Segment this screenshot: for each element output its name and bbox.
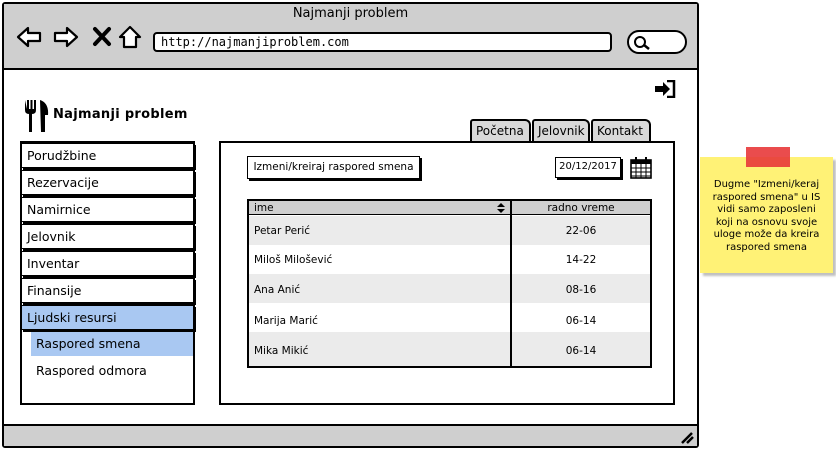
fork-knife-icon bbox=[25, 100, 49, 132]
cell-shift: 22-06 bbox=[565, 225, 597, 237]
sidebar-item-finansije[interactable]: Finansije bbox=[21, 278, 194, 303]
browser-status-bar bbox=[4, 424, 697, 446]
back-arrow-icon[interactable] bbox=[16, 24, 42, 50]
sidebar-item-jelovnik[interactable]: Jelovnik bbox=[21, 224, 194, 249]
sidebar-item-namirnice[interactable]: Namirnice bbox=[21, 197, 194, 222]
cell-name: Mika Mikić bbox=[254, 345, 309, 357]
browser-search-box[interactable] bbox=[627, 30, 687, 54]
sidebar-item-inventar[interactable]: Inventar bbox=[21, 251, 194, 276]
cell-name: Marija Marić bbox=[254, 315, 318, 327]
url-bar[interactable]: http://najmanjiproblem.com bbox=[153, 32, 612, 52]
search-icon bbox=[634, 36, 650, 50]
window-title: Najmanji problem bbox=[292, 6, 409, 21]
sidebar-item-porudzbine[interactable]: Porudžbine bbox=[21, 143, 194, 168]
sidebar-item-ljudski-resursi[interactable]: Ljudski resursi bbox=[21, 305, 194, 330]
sidebar-subitem-raspored-smena[interactable]: Raspored smena bbox=[31, 332, 193, 356]
column-header-ime[interactable]: ime bbox=[254, 202, 274, 214]
cell-name: Miloš Milošević bbox=[254, 254, 333, 266]
date-field[interactable]: 20/12/2017 bbox=[555, 157, 621, 178]
tab-jelovnik[interactable]: Jelovnik bbox=[532, 119, 590, 142]
sidebar-subitem-raspored-odmora[interactable]: Raspored odmora bbox=[31, 359, 193, 383]
cell-shift: 08-16 bbox=[565, 284, 597, 296]
sticky-note: Dugme "Izmeni/keraj raspored smena" u IS… bbox=[700, 157, 833, 273]
tape bbox=[746, 147, 790, 167]
cell-shift: 06-14 bbox=[565, 315, 597, 327]
column-header-radno-vreme[interactable]: radno vreme bbox=[512, 202, 650, 214]
tab-pocetna[interactable]: Početna bbox=[470, 119, 531, 142]
sort-icon[interactable] bbox=[496, 202, 506, 214]
resize-grip-icon[interactable] bbox=[678, 430, 694, 444]
forward-arrow-icon[interactable] bbox=[53, 24, 79, 50]
calendar-icon[interactable] bbox=[629, 156, 653, 180]
home-icon[interactable] bbox=[117, 24, 143, 50]
cell-shift: 14-22 bbox=[565, 254, 597, 266]
sidebar-item-rezervacije[interactable]: Rezervacije bbox=[21, 170, 194, 195]
cell-name: Ana Anić bbox=[254, 284, 301, 296]
edit-schedule-button[interactable]: Izmeni/kreiraj raspored smena bbox=[247, 156, 420, 179]
cell-shift: 06-14 bbox=[565, 345, 597, 357]
close-icon[interactable] bbox=[90, 24, 116, 50]
login-icon[interactable] bbox=[654, 80, 676, 98]
cell-name: Petar Perić bbox=[254, 225, 311, 237]
tab-kontakt[interactable]: Kontakt bbox=[591, 119, 651, 142]
brand-name: Najmanji problem bbox=[53, 107, 188, 122]
